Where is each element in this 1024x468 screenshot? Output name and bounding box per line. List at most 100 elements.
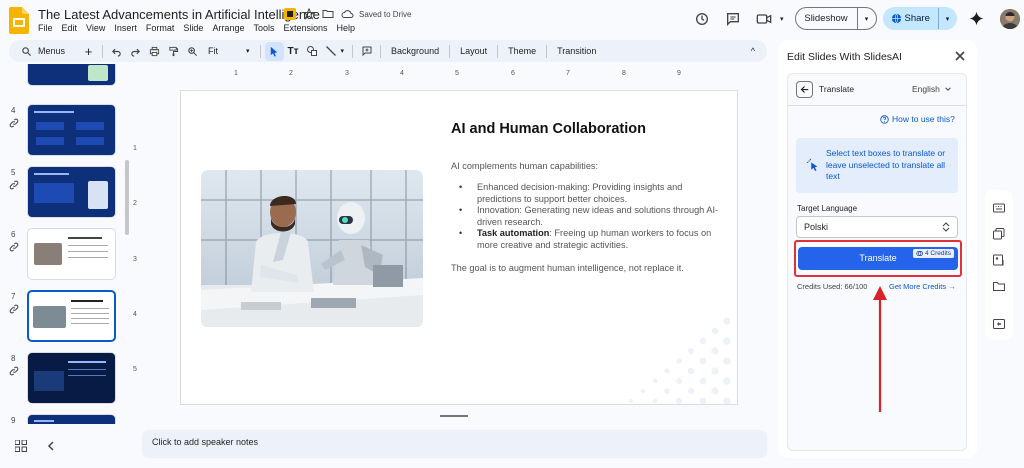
thumbnail-preview[interactable] — [27, 352, 116, 404]
share-button[interactable]: Share ▾ — [882, 7, 957, 30]
slide-thumbnail-7[interactable]: 7 — [0, 290, 130, 348]
line-dropdown-icon[interactable]: ▾ — [341, 47, 345, 55]
menus-search[interactable]: Menus — [36, 46, 79, 56]
move-folder-icon[interactable] — [322, 8, 334, 20]
slide-canvas[interactable]: AI and Human Collaboration AI complement… — [180, 90, 738, 405]
slide-thumbnail-8[interactable]: 8 — [0, 352, 130, 410]
get-more-credits-link[interactable]: Get More Credits → — [889, 282, 956, 291]
select-updown-icon — [942, 222, 950, 232]
add-comment-icon[interactable] — [357, 42, 376, 61]
grid-view-icon[interactable] — [15, 440, 27, 452]
avatar[interactable] — [999, 8, 1020, 29]
print-icon[interactable] — [145, 42, 164, 61]
ruler-tick: 3 — [345, 70, 349, 77]
select-cursor-icon[interactable] — [264, 41, 284, 61]
thumbnail-preview[interactable] — [27, 166, 116, 218]
slide-image-human-robot[interactable] — [201, 170, 423, 327]
menu-arrange[interactable]: Arrange — [212, 23, 244, 33]
slide-thumbnail-3[interactable] — [0, 64, 130, 92]
link-icon — [9, 242, 19, 252]
slideshow-dropdown-icon[interactable]: ▾ — [858, 15, 876, 23]
notes-resize-handle[interactable] — [440, 415, 468, 417]
meet-dropdown-icon[interactable]: ▾ — [780, 15, 784, 23]
bullet-item: Enhanced decision-making: Providing insi… — [459, 182, 727, 205]
ui-language-dropdown[interactable]: English — [912, 84, 952, 94]
star-icon[interactable] — [303, 8, 315, 20]
speaker-notes[interactable]: Click to add speaker notes — [142, 430, 767, 458]
back-button[interactable] — [796, 81, 813, 98]
menu-extensions[interactable]: Extensions — [283, 23, 327, 33]
horizontal-ruler: 1 2 3 4 5 6 7 8 9 — [142, 70, 767, 80]
image-gallery-icon[interactable] — [993, 254, 1005, 266]
slideshow-button[interactable]: Slideshow ▾ — [794, 7, 877, 30]
search-menus-icon[interactable] — [17, 42, 36, 61]
cloud-saved-icon[interactable] — [341, 8, 354, 20]
slide-number: 9 — [11, 416, 16, 424]
zoom-icon[interactable] — [183, 42, 202, 61]
collapse-toolbar-chevron-up-icon[interactable]: ^ — [751, 46, 755, 56]
line-icon[interactable] — [322, 42, 341, 61]
slide-title[interactable]: AI and Human Collaboration — [451, 121, 646, 137]
help-circle-icon — [880, 114, 889, 124]
ruler-tick: 1 — [133, 145, 137, 152]
slide-closing-text[interactable]: The goal is to augment human intelligenc… — [451, 263, 684, 273]
thumbnail-preview[interactable] — [27, 414, 116, 424]
meet-video-icon[interactable] — [756, 11, 772, 27]
paint-format-icon[interactable] — [164, 42, 183, 61]
thumbnail-preview-selected[interactable] — [27, 290, 116, 342]
document-title[interactable]: The Latest Advancements in Artificial In… — [38, 7, 320, 22]
slide-intro-text[interactable]: AI complements human capabilities: — [451, 161, 598, 171]
slide-thumbnail-9[interactable]: 9 — [0, 414, 130, 424]
collapse-filmstrip-chevron-left-icon[interactable] — [45, 440, 57, 452]
slidesai-addon-icon[interactable] — [284, 8, 296, 20]
translate-button-label: Translate — [859, 253, 897, 263]
theme-button[interactable]: Theme — [502, 46, 542, 56]
background-button[interactable]: Background — [385, 46, 445, 56]
shape-icon[interactable] — [303, 42, 322, 61]
undo-icon[interactable] — [107, 42, 126, 61]
globe-icon — [891, 13, 901, 24]
slide-thumbnail-6[interactable]: 6 — [0, 228, 130, 286]
ruler-tick: 4 — [400, 70, 404, 77]
text-box-icon[interactable]: Tт — [284, 42, 303, 61]
history-icon[interactable] — [694, 11, 710, 27]
thumbnail-preview[interactable] — [27, 64, 116, 86]
zoom-dropdown-icon[interactable]: ▾ — [246, 47, 250, 55]
menu-view[interactable]: View — [86, 23, 105, 33]
zoom-select[interactable]: Fit — [202, 46, 246, 56]
menu-insert[interactable]: Insert — [114, 23, 137, 33]
comment-icon[interactable] — [725, 11, 741, 27]
translate-button[interactable]: Translate 4 Credits — [798, 247, 958, 270]
slides-logo-icon[interactable] — [9, 7, 29, 34]
bullet-bold-term: Task automation — [477, 228, 550, 239]
layers-icon[interactable] — [993, 228, 1005, 240]
slide-number: 6 — [11, 230, 16, 239]
close-icon[interactable] — [953, 49, 967, 63]
redo-icon[interactable] — [126, 42, 145, 61]
layout-button[interactable]: Layout — [454, 46, 493, 56]
menu-file[interactable]: File — [38, 23, 53, 33]
credit-cost-badge: 4 Credits — [912, 249, 954, 258]
share-dropdown-icon[interactable]: ▾ — [939, 15, 957, 23]
transition-button[interactable]: Transition — [551, 46, 602, 56]
menu-slide[interactable]: Slide — [183, 23, 203, 33]
menu-help[interactable]: Help — [337, 23, 356, 33]
filmstrip-scrollbar[interactable] — [125, 160, 129, 235]
gemini-sparkle-icon[interactable] — [969, 11, 984, 26]
target-language-select[interactable]: Polski — [796, 216, 958, 238]
menu-edit[interactable]: Edit — [62, 23, 78, 33]
ruler-tick: 7 — [566, 70, 570, 77]
slidesai-keyboard-icon[interactable] — [993, 202, 1005, 214]
thumbnail-preview[interactable] — [27, 228, 116, 280]
menu-format[interactable]: Format — [146, 23, 175, 33]
new-slide-plus-icon[interactable]: + — [79, 42, 98, 61]
add-to-slide-icon[interactable] — [993, 318, 1005, 330]
menu-tools[interactable]: Tools — [253, 23, 274, 33]
folder-icon[interactable] — [993, 280, 1005, 292]
ruler-tick: 4 — [133, 311, 137, 318]
thumbnail-preview[interactable] — [27, 104, 116, 156]
slide-bullet-list[interactable]: Enhanced decision-making: Providing insi… — [459, 182, 727, 252]
slide-thumbnail-5[interactable]: 5 — [0, 166, 130, 224]
how-to-use-link[interactable]: How to use this? — [880, 114, 955, 124]
slide-thumbnail-4[interactable]: 4 — [0, 104, 130, 162]
